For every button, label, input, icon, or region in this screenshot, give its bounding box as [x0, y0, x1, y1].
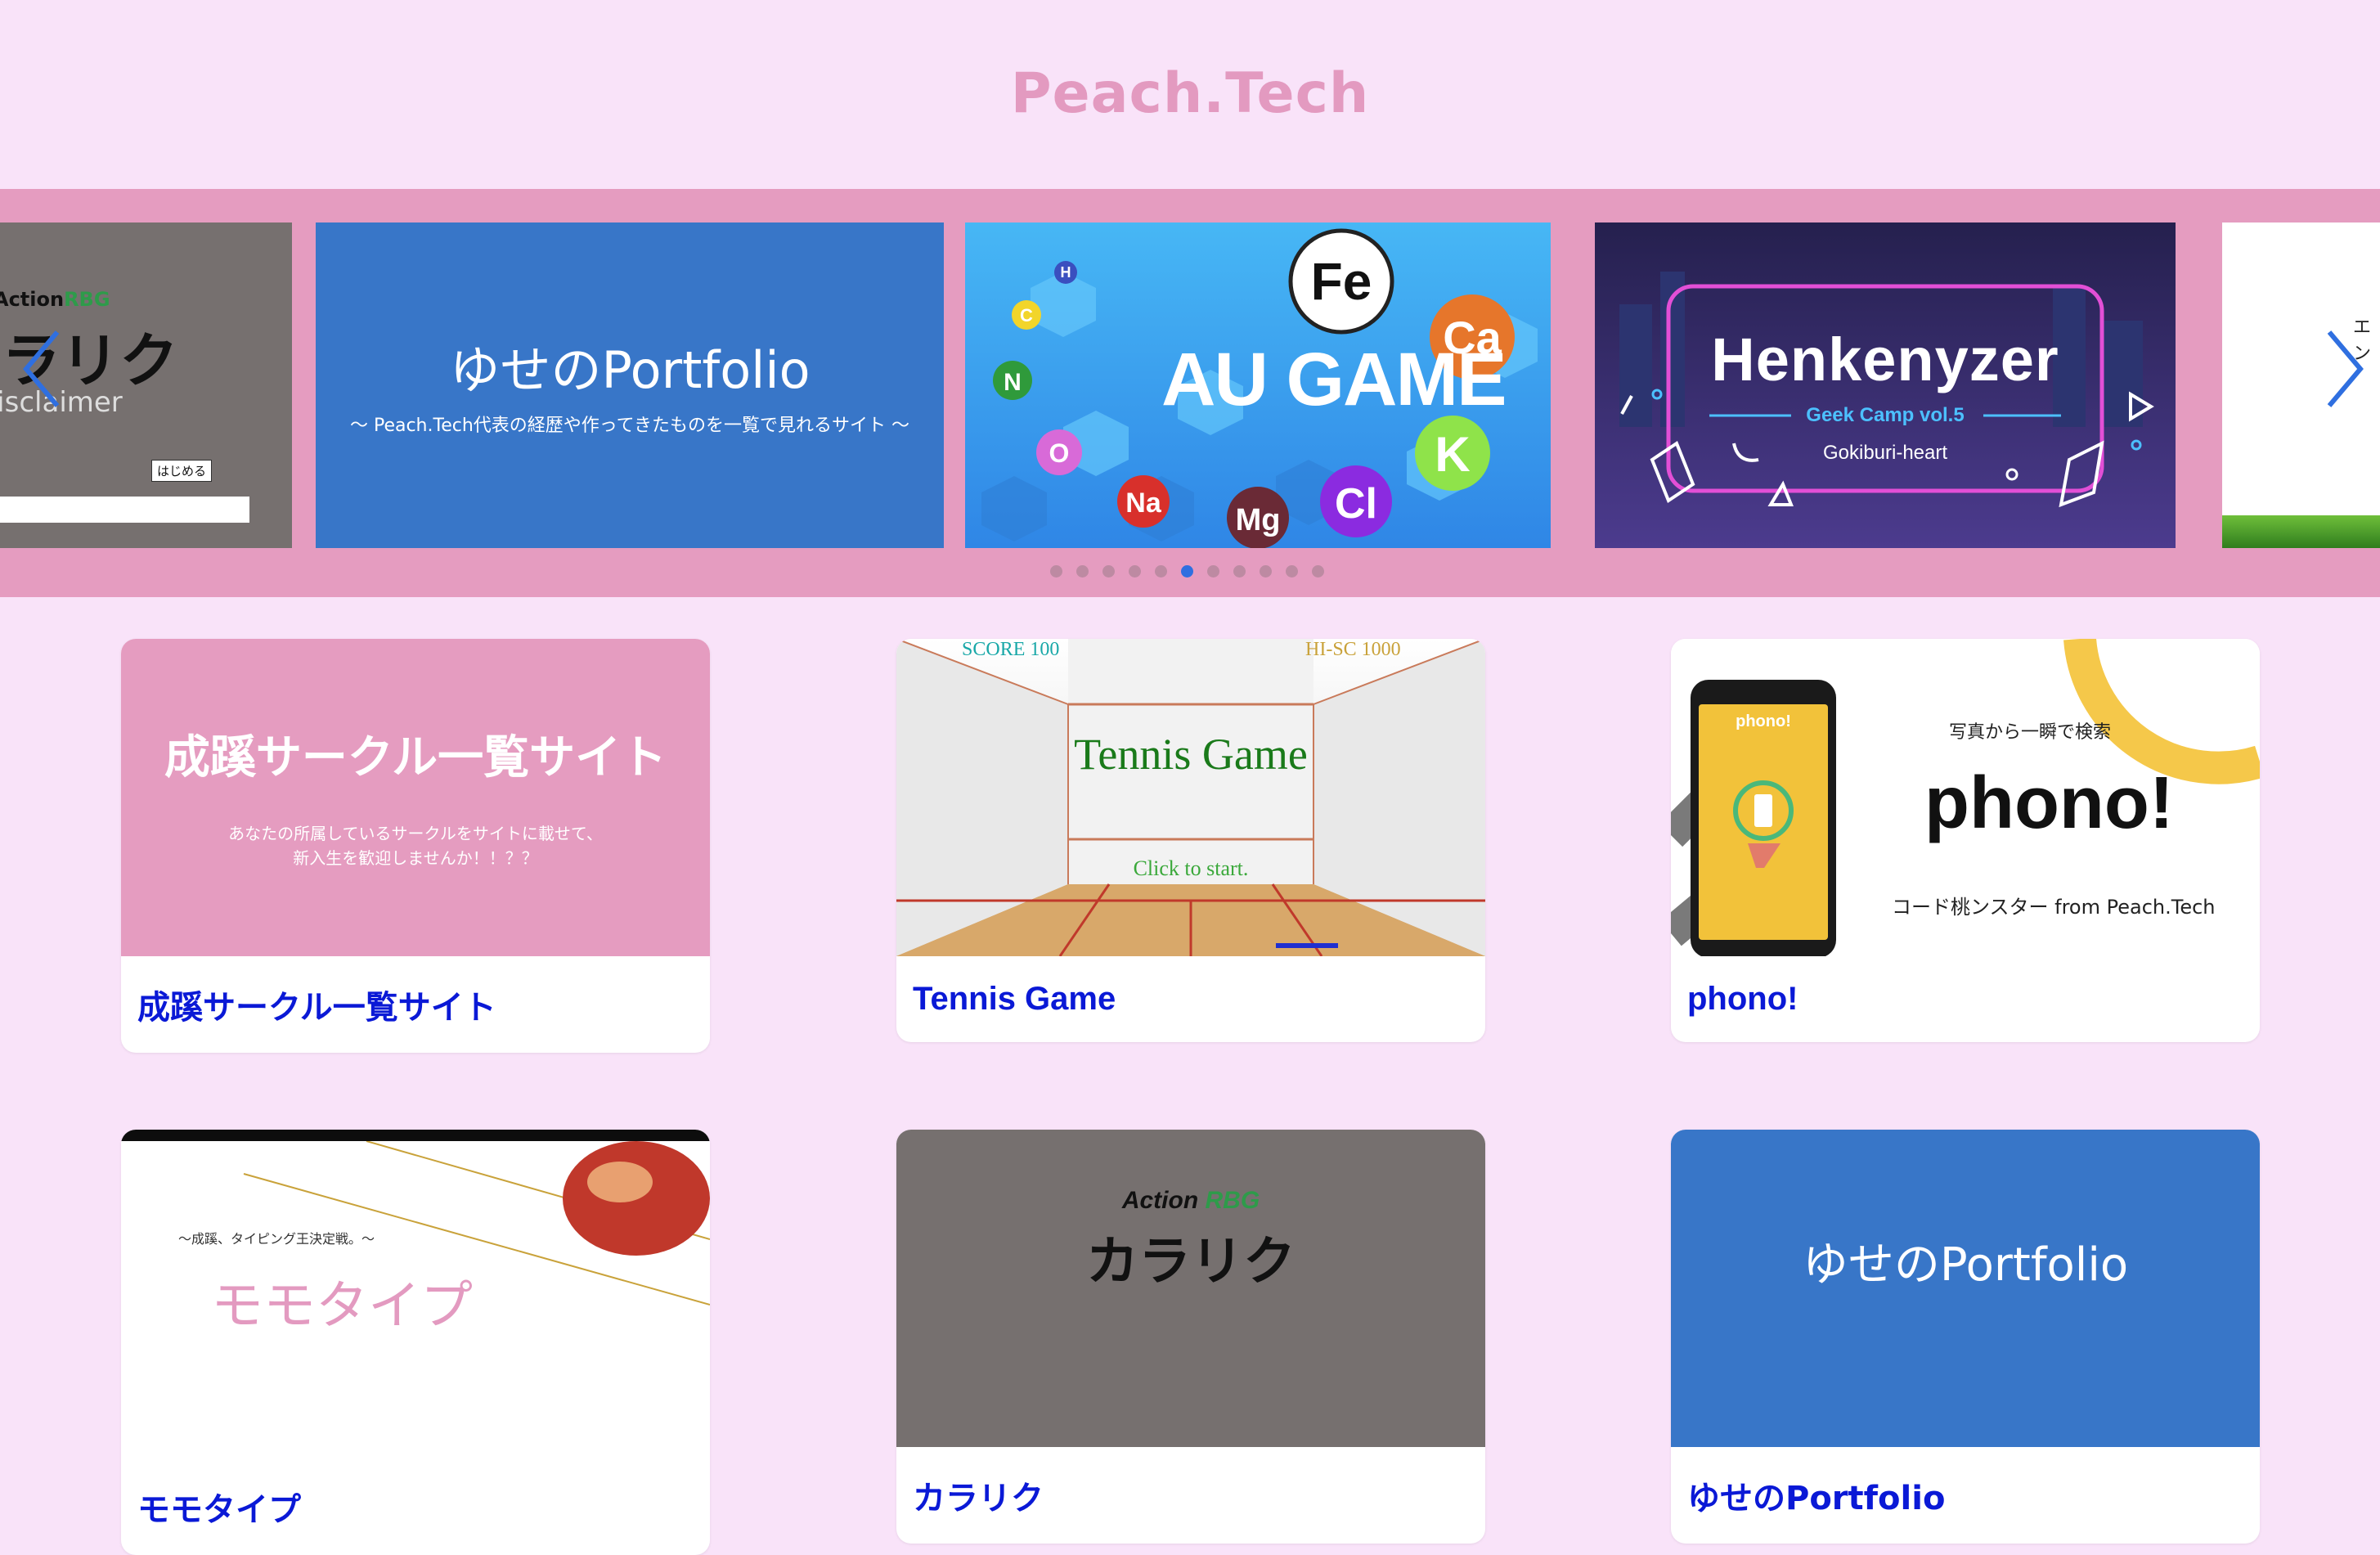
carousel-dot[interactable]	[1312, 565, 1324, 578]
svg-text:O: O	[1049, 438, 1070, 468]
paddle-icon	[1276, 943, 1338, 948]
project-card-karariku[interactable]: Action RBG カラリク カラリク	[896, 1130, 1485, 1544]
card-thumbnail[interactable]: 〜成蹊、タイピング王決定戦。〜 モモタイプ	[121, 1130, 710, 1458]
slide-action-label: Action	[0, 288, 65, 311]
slide-bar	[0, 497, 249, 523]
henkenyzer-subtitle: Geek Camp vol.5	[1806, 404, 1965, 426]
thumb-text-line2: 新入生を歓迎しませんか！！？？	[293, 848, 538, 868]
svg-text:C: C	[1020, 305, 1033, 326]
carousel-slide-henkenyzer[interactable]: Henkenyzer Geek Camp vol.5 Gokiburi-hear…	[1595, 222, 2176, 548]
carousel-dots	[1050, 565, 1324, 578]
svg-text:Cl: Cl	[1335, 480, 1377, 528]
thumb-subtitle: コード桃ンスター from Peach.Tech	[1892, 896, 2216, 919]
site-title[interactable]: Peach.Tech	[1011, 61, 1370, 126]
card-title-link[interactable]: 成蹊サークル一覧サイト	[121, 956, 710, 1053]
thumb-title: phono!	[1924, 762, 2174, 844]
card-thumbnail[interactable]: phono! 写真から一瞬で検索 phono! コード桃ンスター from Pe…	[1671, 639, 2260, 956]
carousel-slide-portfolio[interactable]: ゆせのPortfolio 〜 Peach.Tech代表の経歴や作ってきたものを一…	[316, 222, 944, 548]
svg-text:Mg: Mg	[1236, 503, 1281, 537]
thumb-title: モモタイプ	[211, 1276, 473, 1337]
carousel: ActionRBG カラリク Disclaimer はじめる ゆせのPortfo…	[0, 189, 2380, 597]
phone-screen: phono!	[1699, 704, 1828, 940]
svg-text:K: K	[1435, 427, 1470, 482]
svg-text:H: H	[1061, 264, 1071, 281]
slide-grass	[2222, 515, 2380, 548]
slide-portfolio-title: ゆせのPortfolio	[449, 340, 811, 400]
carousel-next-button[interactable]	[2319, 324, 2369, 414]
svg-text:Fe: Fe	[1311, 252, 1372, 311]
thumb-action-line: Action RBG	[896, 1187, 1485, 1215]
carousel-dot[interactable]	[1207, 565, 1219, 578]
tennis-court-art	[896, 639, 1485, 956]
carousel-dot[interactable]	[1102, 565, 1115, 578]
carousel-dot[interactable]	[1260, 565, 1272, 578]
card-title-link[interactable]: phono!	[1671, 956, 2260, 1042]
card-title-link[interactable]: ゆせのPortfolio	[1671, 1447, 2260, 1544]
henkenyzer-team: Gokiburi-heart	[1822, 442, 1948, 464]
thumb-hiscore: HI-SC 1000	[1305, 639, 1401, 660]
card-title-link[interactable]: Tennis Game	[896, 956, 1485, 1042]
thumb-title: カラリク	[1086, 1232, 1296, 1292]
carousel-dot[interactable]	[1129, 565, 1141, 578]
thumb-rbg-label: RBG	[1205, 1187, 1260, 1214]
phone-mockup: phono!	[1691, 680, 1836, 956]
svg-text:Na: Na	[1125, 488, 1162, 519]
project-card-phono[interactable]: phono! 写真から一瞬で検索 phono! コード桃ンスター from Pe…	[1671, 639, 2260, 1042]
thumb-click-to-start: Click to start.	[1133, 856, 1249, 880]
carousel-dot[interactable]	[1076, 565, 1089, 578]
project-card-circle-site[interactable]: 成蹊サークル一覧サイト あなたの所属しているサークルをサイトに載せて、 新入生を…	[121, 639, 710, 1053]
carousel-prev-button[interactable]	[18, 324, 67, 414]
phone-search-icon	[1733, 780, 1794, 868]
henkenyzer-title: Henkenyzer	[1711, 326, 2059, 393]
thumb-title: 成蹊サークル一覧サイト	[164, 731, 667, 784]
start-button[interactable]: はじめる	[151, 460, 213, 482]
au-game-title: AU GAME	[1161, 338, 1507, 421]
project-card-tennis-game[interactable]: SCORE 100 HI-SC 1000 Tennis Game Click t…	[896, 639, 1485, 1042]
slide-rbg-label: RBG	[64, 288, 110, 311]
thumb-text-line1: あなたの所属しているサークルをサイトに載せて、	[228, 824, 603, 843]
svg-text:N: N	[1004, 369, 1022, 396]
slide-portfolio-subtitle: 〜 Peach.Tech代表の経歴や作ってきたものを一覧で見れるサイト 〜	[349, 416, 910, 436]
chevron-right-icon	[2327, 330, 2364, 407]
thumb-title: Tennis Game	[1074, 730, 1308, 779]
card-title-link[interactable]: カラリク	[896, 1447, 1485, 1544]
card-thumbnail[interactable]: SCORE 100 HI-SC 1000 Tennis Game Click t…	[896, 639, 1485, 956]
card-title-link[interactable]: モモタイプ	[121, 1458, 710, 1555]
card-thumbnail[interactable]: ゆせのPortfolio	[1671, 1130, 2260, 1447]
carousel-slide-au-game[interactable]: Fe Ca K Cl Mg Na O N C H AU GAME	[965, 222, 1551, 548]
chevron-left-icon	[23, 330, 60, 407]
thumb-score: SCORE 100	[962, 639, 1060, 660]
thumb-title: ゆせのPortfolio	[1802, 1238, 2129, 1292]
carousel-dot[interactable]	[1050, 565, 1062, 578]
card-thumbnail[interactable]: 成蹊サークル一覧サイト あなたの所属しているサークルをサイトに載せて、 新入生を…	[121, 639, 710, 956]
phone-app-label: phono!	[1736, 712, 1791, 730]
project-card-momotype[interactable]: 〜成蹊、タイピング王決定戦。〜 モモタイプ モモタイプ	[121, 1130, 710, 1555]
thumb-top-text: 写真から一瞬で検索	[1949, 722, 2112, 743]
carousel-dot[interactable]	[1155, 565, 1167, 578]
carousel-dot[interactable]	[1233, 565, 1246, 578]
project-card-portfolio[interactable]: ゆせのPortfolio ゆせのPortfolio	[1671, 1130, 2260, 1544]
card-thumbnail[interactable]: Action RBG カラリク	[896, 1130, 1485, 1447]
carousel-dot-active[interactable]	[1181, 565, 1193, 578]
site-header: Peach.Tech	[0, 0, 2380, 188]
carousel-dot[interactable]	[1286, 565, 1298, 578]
thumb-top-text: 〜成蹊、タイピング王決定戦。〜	[178, 1231, 375, 1247]
thumb-action-label: Action	[1121, 1187, 1199, 1214]
